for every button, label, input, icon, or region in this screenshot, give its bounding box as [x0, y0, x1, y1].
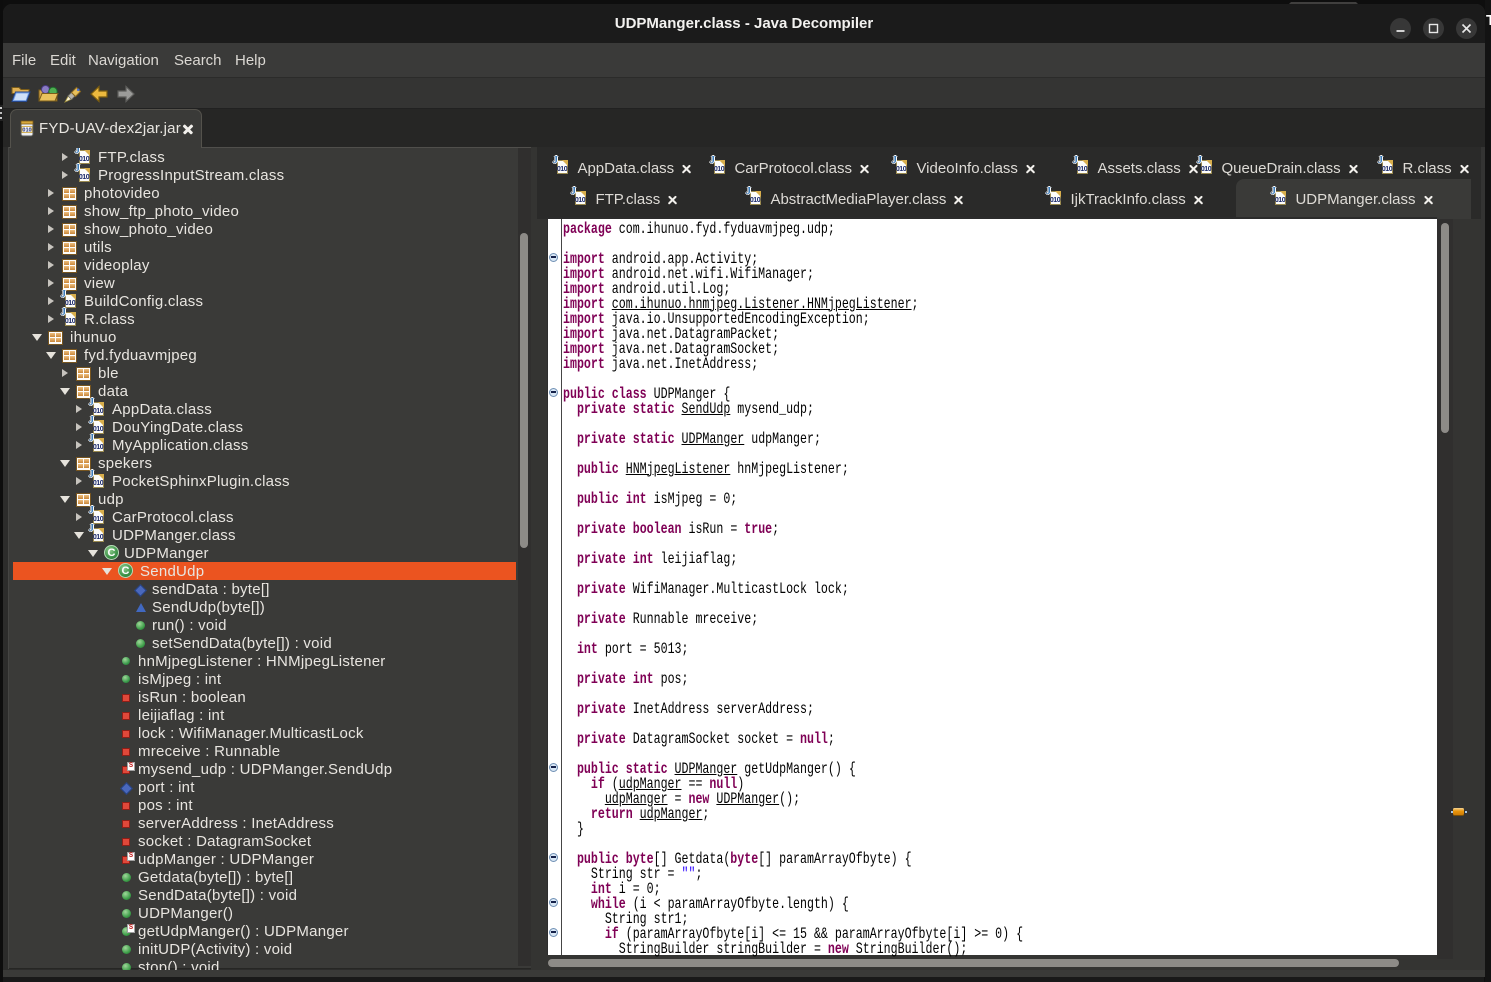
svg-text:010: 010 [22, 127, 31, 133]
